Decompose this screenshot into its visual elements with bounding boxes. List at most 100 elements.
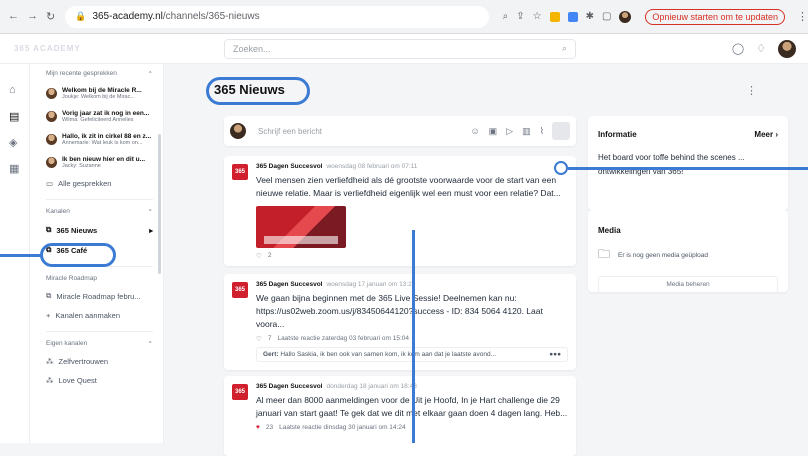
media-empty: 🗀 Er is nog geen media geüpload <box>598 245 778 266</box>
author-logo: 365 <box>232 384 248 400</box>
composer-placeholder: Schrijf een bericht <box>258 126 323 136</box>
message-composer[interactable]: Schrijf een bericht ☺ ▣ ▷ ▥ ⌇ <box>224 116 576 146</box>
heart-icon[interactable]: ♥ <box>256 424 260 431</box>
chat-icon[interactable]: ▤ <box>9 110 19 123</box>
bell-icon[interactable]: ♢ <box>756 42 766 55</box>
search-placeholder: Zoeken... <box>233 43 271 54</box>
post-card[interactable]: 365 365 Dagen Succesvol donderdag 18 janu… <box>224 376 576 456</box>
channel-menu-icon[interactable]: ⋮ <box>746 84 757 97</box>
chat-icon: ▭ <box>46 179 54 188</box>
profile-avatar[interactable] <box>619 10 632 23</box>
more-link[interactable]: Meer › <box>754 130 778 139</box>
chevron-up-icon: ⌃ <box>147 71 153 78</box>
avatar <box>46 111 57 122</box>
conversation-item[interactable]: Ik ben nieuw hier en dit u... Jacky: Suza… <box>30 151 163 174</box>
annotation-line <box>0 254 42 257</box>
heart-icon[interactable]: ♡ <box>256 335 262 343</box>
group-icon: ⁂ <box>46 376 54 385</box>
avatar <box>230 123 246 139</box>
star-icon[interactable]: ☆ <box>533 11 542 22</box>
info-card: Informatie Meer › Het board voor toffe be… <box>588 116 788 210</box>
reload-icon[interactable]: ↻ <box>46 10 55 23</box>
address-bar[interactable]: 🔒 365-academy.nl/channels/365-nieuws <box>65 5 489 28</box>
browser-extensions: ⌕ ⇪ ☆ ✱ ▢ Opnieuw starten om te updaten … <box>503 8 808 25</box>
post-header: 365 Dagen Succesvol woensdag 08 februari … <box>256 163 418 170</box>
url-host: 365-academy.nl <box>92 11 163 22</box>
conversation-item[interactable]: Hallo, ik zit in cirkel 88 en z... Annema… <box>30 128 163 151</box>
conversation-item[interactable]: Welkom bij de Miracle R... Joukje: Welkom… <box>30 82 163 105</box>
extension-icon[interactable] <box>549 11 560 22</box>
user-avatar[interactable] <box>778 39 796 58</box>
file-icon: 🗀 <box>598 247 611 261</box>
post-card[interactable]: 365 365 Dagen Succesvol woensdag 17 janua… <box>224 274 576 370</box>
own-channels-header[interactable]: Eigen kanalen ⌃ <box>30 334 163 352</box>
heart-icon[interactable]: ♡ <box>256 252 262 260</box>
courses-icon[interactable]: ◈ <box>9 136 17 149</box>
post-image[interactable] <box>256 206 346 248</box>
channels-header[interactable]: Kanalen ⌃ <box>30 202 163 220</box>
share-icon[interactable]: ⇪ <box>516 11 524 22</box>
browser-chrome: ← → ↻ 🔒 365-academy.nl/channels/365-nieu… <box>0 0 808 34</box>
chevron-up-icon: ⌃ <box>147 341 153 348</box>
extension-icon[interactable] <box>567 11 578 22</box>
media-title: Media <box>598 226 621 235</box>
conversation-item[interactable]: Vorig jaar zat ik nog in een... Wilma: Ge… <box>30 105 163 128</box>
roadmap-item[interactable]: ⧉ Miracle Roadmap febru... <box>30 286 163 306</box>
chevron-right-icon: ▸ <box>149 225 153 235</box>
annotation-line <box>412 230 415 443</box>
update-button[interactable]: Opnieuw starten om te updaten <box>645 8 785 25</box>
forward-icon[interactable]: → <box>27 10 38 23</box>
brand-logo[interactable]: 365 ACADEMY <box>14 44 224 53</box>
recent-header[interactable]: Mijn recente gesprekken ⌃ <box>30 64 163 82</box>
post-card[interactable]: 365 365 Dagen Succesvol woensdag 08 febru… <box>224 156 576 266</box>
zoom-icon[interactable]: ⌕ <box>503 11 509 22</box>
app-topbar: 365 ACADEMY Zoeken... ⌕ ◯ ♢ <box>0 34 808 64</box>
avatar <box>46 157 57 168</box>
group-icon: ⁂ <box>46 357 54 366</box>
info-header: Informatie Meer › <box>598 130 778 139</box>
annotation-oval <box>40 243 116 267</box>
all-conversations-link[interactable]: ▭ Alle gesprekken <box>30 174 163 193</box>
gif-icon[interactable]: ▥ <box>522 126 531 137</box>
back-icon[interactable]: ← <box>8 10 19 23</box>
info-text: Het board voor toffe behind the scenes .… <box>598 153 745 176</box>
chevron-up-icon: ⌃ <box>147 209 153 216</box>
attach-icon[interactable]: ⌇ <box>540 126 544 137</box>
composer-tools: ☺ ▣ ▷ ▥ ⌇ <box>470 126 544 137</box>
send-button[interactable] <box>552 122 570 140</box>
post-body: Veel mensen zien verliefdheid als dé gro… <box>256 175 561 198</box>
sidepanel-icon[interactable]: ▢ <box>602 11 611 22</box>
create-channel-link[interactable]: + Kanalen aanmaken <box>30 306 163 325</box>
help-icon[interactable]: ◯ <box>732 42 744 55</box>
own-channel-item[interactable]: ⁂ Love Quest <box>30 371 163 390</box>
participants-icon: ●●● <box>549 351 561 358</box>
search-input[interactable]: Zoeken... ⌕ <box>224 38 576 59</box>
own-channel-item[interactable]: ⁂ Zelfvertrouwen <box>30 352 163 371</box>
url-path: /channels/365-nieuws <box>162 11 260 22</box>
avatar <box>46 134 57 145</box>
main-content: 365 Nieuws ⋮ Schrijf een bericht ☺ ▣ ▷ ▥… <box>164 64 808 456</box>
emoji-icon[interactable]: ☺ <box>470 126 479 137</box>
sidebar-scrollbar[interactable] <box>158 134 161 274</box>
channel-365-nieuws[interactable]: ⧉ 365 Nieuws ▸ <box>30 220 163 240</box>
calendar-icon[interactable]: ▦ <box>9 162 19 175</box>
channel-icon: ⧉ <box>46 291 52 300</box>
browser-nav: ← → ↻ <box>8 10 55 23</box>
home-icon[interactable]: ⌂ <box>9 84 16 96</box>
author-logo: 365 <box>232 164 248 180</box>
annotation-oval <box>206 77 310 105</box>
divider <box>46 199 153 200</box>
browser-menu-icon[interactable]: ⋮ <box>797 10 808 23</box>
video-icon[interactable]: ▷ <box>506 126 513 137</box>
puzzle-icon[interactable]: ✱ <box>586 11 594 22</box>
media-card: Media 🗀 Er is nog geen media geüpload Med… <box>588 210 788 293</box>
search-icon: ⌕ <box>561 43 567 53</box>
annotation-line <box>568 167 808 170</box>
author-logo: 365 <box>232 282 248 298</box>
manage-media-button[interactable]: Media beheren <box>598 276 778 293</box>
image-icon[interactable]: ▣ <box>489 126 498 137</box>
topbar-icons: ◯ ♢ <box>732 39 796 58</box>
roadmap-header[interactable]: Miracle Roadmap <box>30 269 163 286</box>
annotation-circle <box>554 161 568 175</box>
plus-icon: + <box>46 311 51 320</box>
